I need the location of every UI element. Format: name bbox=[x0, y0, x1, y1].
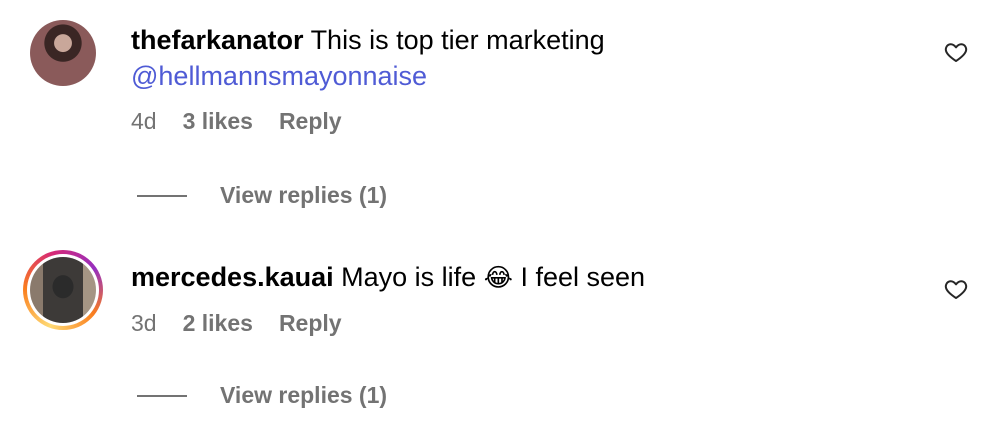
avatar-link[interactable] bbox=[30, 20, 96, 86]
replies-divider-line bbox=[137, 394, 187, 397]
story-ring bbox=[23, 250, 103, 330]
comment-meta: 4d 3 likes Reply bbox=[131, 108, 908, 135]
heart-icon[interactable] bbox=[944, 40, 968, 64]
comment-text: mercedes.kauai Mayo is life 😂 I feel see… bbox=[131, 259, 908, 296]
heart-icon[interactable] bbox=[944, 277, 968, 301]
view-replies-button[interactable]: View replies (1) bbox=[137, 182, 387, 209]
avatar bbox=[30, 20, 96, 86]
username-link[interactable]: thefarkanator bbox=[131, 25, 304, 55]
view-replies-label: View replies (1) bbox=[220, 182, 388, 208]
comment-text: thefarkanator This is top tier marketing… bbox=[131, 22, 908, 94]
replies-divider-line bbox=[137, 194, 187, 197]
view-replies-button[interactable]: View replies (1) bbox=[137, 382, 387, 409]
reply-button[interactable]: Reply bbox=[279, 108, 342, 135]
view-replies-label: View replies (1) bbox=[220, 382, 388, 408]
comment-item: mercedes.kauai Mayo is life 😂 I feel see… bbox=[0, 240, 988, 426]
comment-message-continued: I feel seen bbox=[520, 262, 646, 292]
laughing-emoji-icon: 😂 bbox=[483, 263, 513, 292]
comment-age[interactable]: 3d bbox=[131, 310, 157, 337]
likes-count[interactable]: 2 likes bbox=[183, 310, 253, 337]
mention-link[interactable]: @hellmannsmayonnaise bbox=[131, 58, 908, 94]
comment-item: thefarkanator This is top tier marketing… bbox=[0, 0, 988, 240]
likes-count[interactable]: 3 likes bbox=[183, 108, 253, 135]
username-link[interactable]: mercedes.kauai bbox=[131, 262, 334, 292]
comment-meta: 3d 2 likes Reply bbox=[131, 310, 908, 337]
comment-age[interactable]: 4d bbox=[131, 108, 157, 135]
avatar bbox=[30, 257, 96, 323]
comment-body: thefarkanator This is top tier marketing… bbox=[131, 22, 908, 135]
reply-button[interactable]: Reply bbox=[279, 310, 342, 337]
comment-message: Mayo is life bbox=[341, 262, 477, 292]
comment-message: This is top tier marketing bbox=[310, 25, 605, 55]
avatar-link[interactable] bbox=[23, 250, 103, 330]
comment-body: mercedes.kauai Mayo is life 😂 I feel see… bbox=[131, 259, 908, 337]
